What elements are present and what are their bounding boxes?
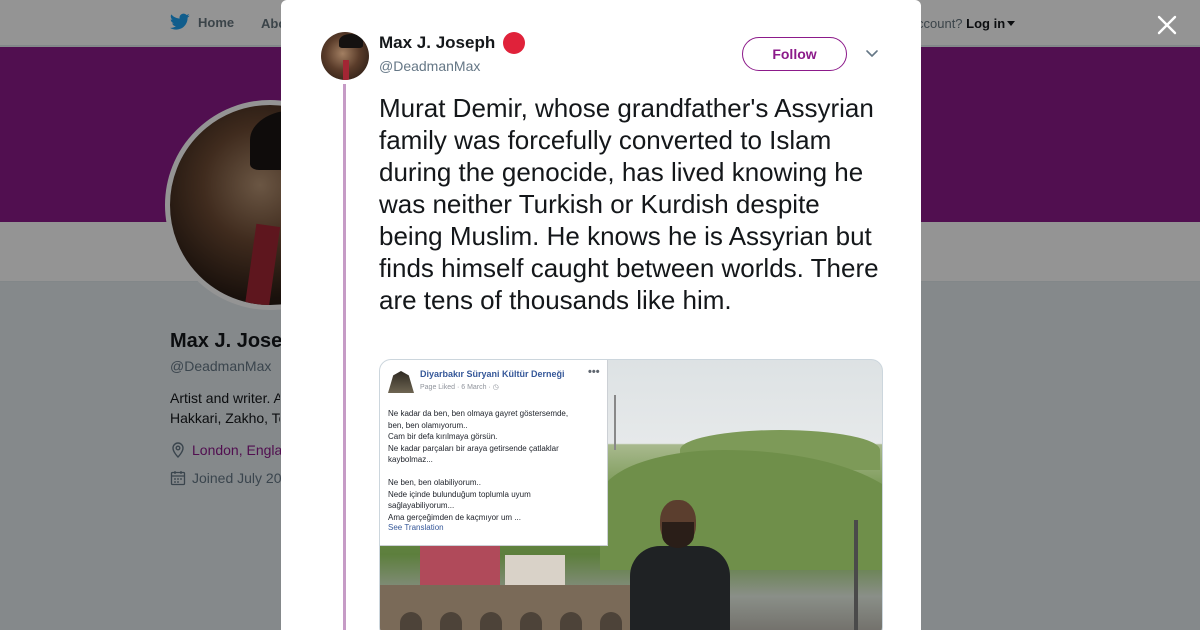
thread-line [343, 84, 346, 630]
page-logo-icon [388, 371, 414, 393]
tweet-text: Murat Demir, whose grandfather's Assyria… [379, 93, 879, 315]
fb-post-text: Ne kadar da ben, ben olmaya gayret göste… [388, 409, 569, 522]
author-display-name[interactable]: Max J. Joseph [379, 33, 495, 53]
author-handle[interactable]: @DeadmanMax [379, 58, 480, 74]
close-icon[interactable] [1155, 13, 1179, 37]
author-avatar[interactable] [321, 32, 369, 80]
red-circle-emoji-icon [503, 32, 526, 54]
photo-person [630, 500, 730, 630]
fb-see-translation: See Translation [388, 523, 444, 532]
author-name-row[interactable]: Max J. Joseph [379, 32, 526, 54]
follow-button[interactable]: Follow [742, 37, 847, 71]
fb-page-name: Diyarbakır Süryani Kültür Derneği [420, 369, 565, 379]
tweet-modal: Max J. Joseph @DeadmanMax Follow Murat D… [281, 0, 921, 630]
chevron-down-icon[interactable] [864, 47, 880, 61]
more-options-icon: ••• [588, 366, 600, 378]
tweet-media-image[interactable]: Diyarbakır Süryani Kültür Derneği Page L… [379, 359, 883, 630]
fb-post-meta: Page Liked · 6 March · ◷ [420, 384, 499, 391]
facebook-post-screenshot: Diyarbakır Süryani Kültür Derneği Page L… [380, 360, 608, 546]
